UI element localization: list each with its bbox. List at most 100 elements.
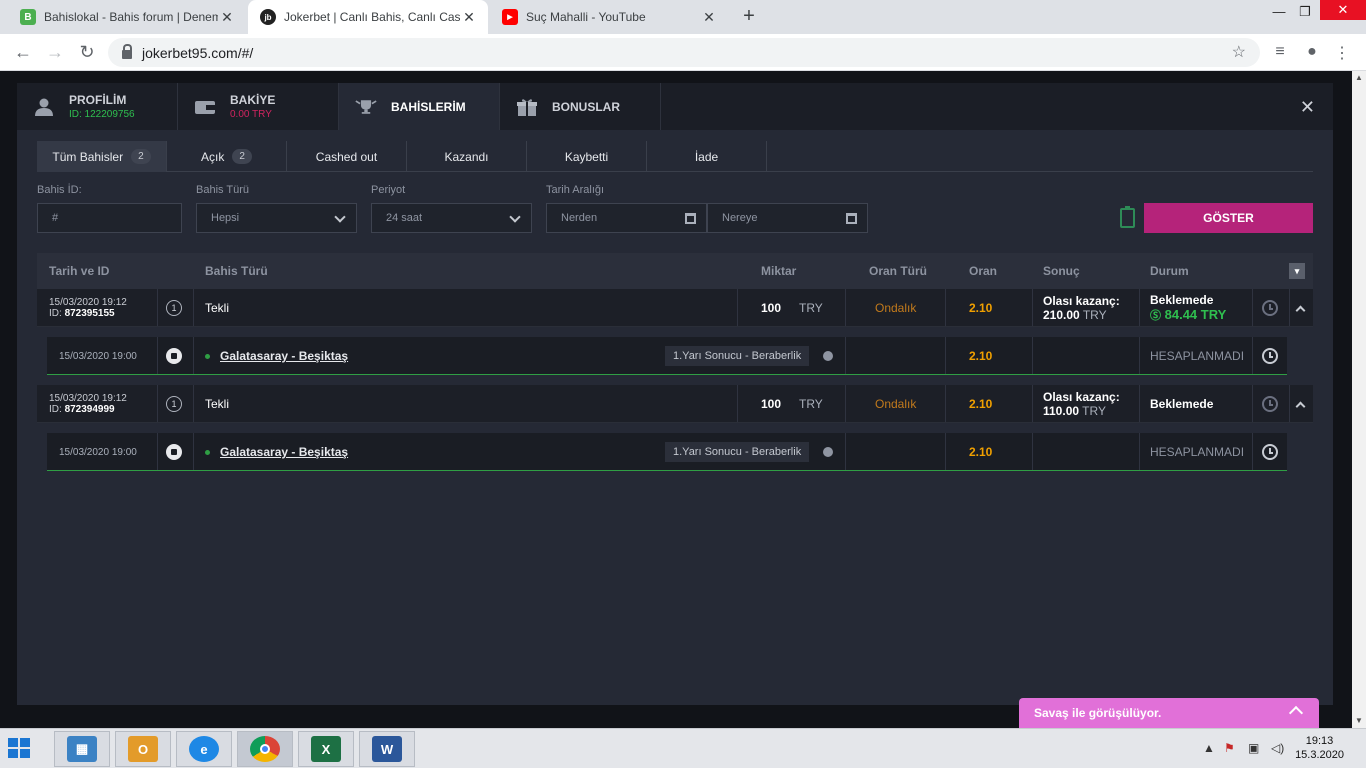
reading-list-icon[interactable]: ≡ <box>1270 43 1290 61</box>
browser-tab-bahislokal[interactable]: B Bahislokal - Bahis forum | Denem ✕ <box>8 0 246 34</box>
tab-my-bets[interactable]: BAHİSLERİM <box>339 83 500 130</box>
browser-toolbar: ← → ↻ jokerbet95.com/#/ ☆ ≡ ● ⋮ <box>0 34 1366 71</box>
table-header: Tarih ve ID Bahis Türü Miktar Oran Türü … <box>37 253 1313 289</box>
selection-status: HESAPLANMADI <box>1150 445 1245 459</box>
clock-date: 15.3.2020 <box>1295 749 1344 761</box>
filter-tab-label: Kaybetti <box>564 149 609 164</box>
forward-arrow-icon[interactable]: → <box>44 42 66 63</box>
windows-start-icon[interactable] <box>8 738 32 760</box>
restore-icon[interactable]: ❐ <box>1288 4 1322 20</box>
bet-odds: 2.10 <box>969 301 993 315</box>
filter-tab-lost[interactable]: Kaybetti <box>527 141 647 172</box>
clipboard-icon[interactable] <box>1120 206 1135 228</box>
taskbar-word[interactable]: W <box>359 731 415 767</box>
filter-tab-cashed-out[interactable]: Cashed out <box>287 141 407 172</box>
header-amount: Miktar <box>761 264 797 278</box>
address-bar[interactable]: jokerbet95.com/#/ ☆ <box>108 38 1260 67</box>
browser-tab-jokerbet[interactable]: jb Jokerbet | Canlı Bahis, Canlı Casin ✕ <box>248 0 488 34</box>
new-tab-icon[interactable]: + <box>737 5 761 28</box>
live-dot-icon <box>205 449 210 455</box>
network-icon[interactable]: ▣ <box>1248 741 1259 755</box>
scroll-up-icon[interactable]: ▲ <box>1352 71 1366 85</box>
count-badge: 2 <box>232 149 252 164</box>
odds-type: Ondalık <box>875 397 917 411</box>
date-from-placeholder: Nerden <box>561 212 598 224</box>
date-range-label: Tarih Aralığı <box>546 184 605 196</box>
clock-icon[interactable] <box>1262 300 1278 316</box>
date-from-input[interactable]: Nerden <box>546 203 707 233</box>
filter-tab-refund[interactable]: İade <box>647 141 767 172</box>
taskbar-chrome[interactable] <box>237 731 293 767</box>
calendar-icon[interactable] <box>846 213 857 224</box>
cashout-button[interactable]: Ⓢ 84.44 TRY <box>1150 307 1226 323</box>
bet-id: 872395155 <box>64 308 115 319</box>
tab-profile[interactable]: PROFİLİM ID: 122209756 <box>17 83 178 130</box>
reload-icon[interactable]: ↻ <box>76 42 98 63</box>
live-chat-bar[interactable]: Savaş ile görüşülüyor. <box>1019 698 1319 728</box>
collapse-all-icon[interactable]: ▾ <box>1289 263 1305 279</box>
excel-icon: X <box>311 736 341 762</box>
collapse-caret-icon[interactable] <box>1295 401 1306 411</box>
window-close-icon[interactable]: ✕ <box>1320 0 1366 20</box>
bets-panel: Tüm Bahisler 2 Açık 2 Cashed out Kazandı… <box>37 141 1313 701</box>
bet-id-input[interactable]: # <box>37 203 182 233</box>
filter-tab-all[interactable]: Tüm Bahisler 2 <box>37 141 167 172</box>
date-to-input[interactable]: Nereye <box>707 203 868 233</box>
scroll-down-icon[interactable]: ▼ <box>1352 714 1366 728</box>
bet-currency: TRY <box>799 301 823 315</box>
back-arrow-icon[interactable]: ← <box>12 42 34 63</box>
match-link[interactable]: Galatasaray - Beşiktaş <box>220 349 348 363</box>
collapse-caret-icon[interactable] <box>1295 305 1306 315</box>
bet-type-select[interactable]: Hepsi <box>196 203 357 233</box>
modal-close-icon[interactable]: ✕ <box>1300 97 1315 118</box>
chevron-down-icon <box>334 211 346 223</box>
tab-balance[interactable]: BAKİYE 0.00 TRY <box>178 83 339 130</box>
show-button[interactable]: GÖSTER <box>1144 203 1313 233</box>
selection-row[interactable]: 15/03/2020 19:00 Galatasaray - Beşiktaş … <box>47 433 1287 471</box>
close-tab-icon[interactable]: ✕ <box>460 9 478 26</box>
clock-icon[interactable] <box>1262 396 1278 412</box>
bet-row[interactable]: 15/03/2020 19:12 ID: 872394999 1 Tekli 1… <box>37 385 1313 423</box>
period-select[interactable]: 24 saat <box>371 203 532 233</box>
action-center-icon[interactable]: ⚑ <box>1224 741 1235 755</box>
info-icon[interactable] <box>823 351 833 361</box>
bookmark-star-icon[interactable]: ☆ <box>1232 42 1246 62</box>
clock-icon[interactable] <box>1262 348 1278 364</box>
profile-icon[interactable]: ● <box>1302 43 1322 61</box>
system-clock[interactable]: 19:13 15.3.2020 <box>1295 734 1344 762</box>
market-label: 1.Yarı Sonucu - Beraberlik <box>665 442 810 462</box>
wallet-icon <box>195 100 215 114</box>
bet-odds: 2.10 <box>969 397 993 411</box>
page-scrollbar[interactable]: ▲ ▼ <box>1352 71 1366 728</box>
control-panel-icon: ▦ <box>67 736 97 762</box>
taskbar-outlook[interactable]: O <box>115 731 171 767</box>
selection-row[interactable]: 15/03/2020 19:00 Galatasaray - Beşiktaş … <box>47 337 1287 375</box>
account-modal: PROFİLİM ID: 122209756 BAKİYE 0.00 TRY BAH… <box>17 83 1333 705</box>
filter-tab-open[interactable]: Açık 2 <box>167 141 287 172</box>
tab-label: BAKİYE <box>230 93 276 107</box>
info-icon[interactable] <box>823 447 833 457</box>
user-id: ID: 122209756 <box>69 109 135 120</box>
volume-icon[interactable]: ◁) <box>1271 741 1284 755</box>
calendar-icon[interactable] <box>685 213 696 224</box>
close-tab-icon[interactable]: ✕ <box>218 9 236 26</box>
match-link[interactable]: Galatasaray - Beşiktaş <box>220 445 348 459</box>
period-label: Periyot <box>371 184 406 196</box>
header-status: Durum <box>1150 264 1189 278</box>
browser-tab-youtube[interactable]: ▶ Suç Mahalli - YouTube ✕ <box>490 0 728 34</box>
tray-expand-icon[interactable]: ▲ <box>1203 741 1215 755</box>
tab-bonuses[interactable]: BONUSLAR <box>500 83 661 130</box>
filter-tab-won[interactable]: Kazandı <box>407 141 527 172</box>
close-tab-icon[interactable]: ✕ <box>700 9 718 26</box>
chevron-up-icon[interactable] <box>1288 705 1304 721</box>
taskbar-internet-explorer[interactable]: e <box>176 731 232 767</box>
possible-win-label: Olası kazanç: <box>1043 294 1120 308</box>
menu-dots-icon[interactable]: ⋮ <box>1332 43 1352 63</box>
header-date-id: Tarih ve ID <box>49 264 110 278</box>
taskbar-excel[interactable]: X <box>298 731 354 767</box>
clock-icon[interactable] <box>1262 444 1278 460</box>
bet-row[interactable]: 15/03/2020 19:12 ID: 872395155 1 Tekli 1… <box>37 289 1313 327</box>
header-odds: Oran <box>969 264 998 278</box>
taskbar-control-panel[interactable]: ▦ <box>54 731 110 767</box>
lock-icon <box>122 44 132 59</box>
